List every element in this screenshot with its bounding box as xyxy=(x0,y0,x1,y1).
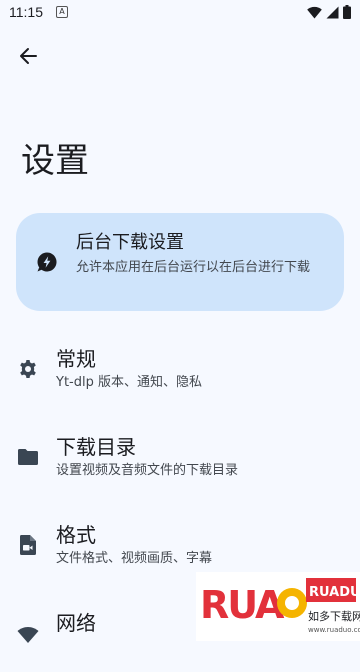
status-bar: 11:15 A xyxy=(0,0,360,28)
wifi-icon xyxy=(17,624,39,646)
item-title: 下载目录 xyxy=(56,435,136,459)
svg-text:如多下载网: 如多下载网 xyxy=(308,609,360,623)
card-title: 后台下载设置 xyxy=(76,232,184,253)
watermark-logo: RUA RUADUO 如多下载网 www.ruaduo.com xyxy=(196,572,360,641)
svg-text:www.ruaduo.com: www.ruaduo.com xyxy=(308,626,360,634)
status-time: 11:15 xyxy=(9,4,43,20)
settings-item-general[interactable]: 常规 Yt-dlp 版本、通知、隐私 xyxy=(0,346,360,408)
arrow-back-icon xyxy=(20,48,37,64)
status-icons xyxy=(307,5,351,19)
settings-item-download-directory[interactable]: 下载目录 设置视频及音频文件的下载目录 xyxy=(0,434,360,496)
bolt-circle-icon xyxy=(37,252,57,272)
back-button[interactable] xyxy=(14,42,42,70)
item-title: 格式 xyxy=(56,523,96,547)
item-description: 设置视频及音频文件的下载目录 xyxy=(56,463,239,478)
battery-icon xyxy=(343,5,351,19)
item-title: 网络 xyxy=(56,611,96,635)
folder-icon xyxy=(17,446,39,468)
wifi-icon xyxy=(307,6,322,19)
card-description: 允许本应用在后台运行以在后台进行下载 xyxy=(76,260,311,275)
svg-text:RUADUO: RUADUO xyxy=(309,585,360,600)
background-download-card[interactable]: 后台下载设置 允许本应用在后台运行以在后台进行下载 xyxy=(16,213,344,311)
page-title: 设置 xyxy=(21,141,89,181)
item-title: 常规 xyxy=(56,347,96,371)
svg-text:RUA: RUA xyxy=(200,583,285,627)
video-file-icon xyxy=(17,534,39,556)
signal-icon xyxy=(326,6,339,18)
notification-icon: A xyxy=(56,6,68,18)
gear-icon xyxy=(17,358,39,380)
item-description: 文件格式、视频画质、字幕 xyxy=(56,551,213,566)
item-description: Yt-dlp 版本、通知、隐私 xyxy=(56,375,202,390)
